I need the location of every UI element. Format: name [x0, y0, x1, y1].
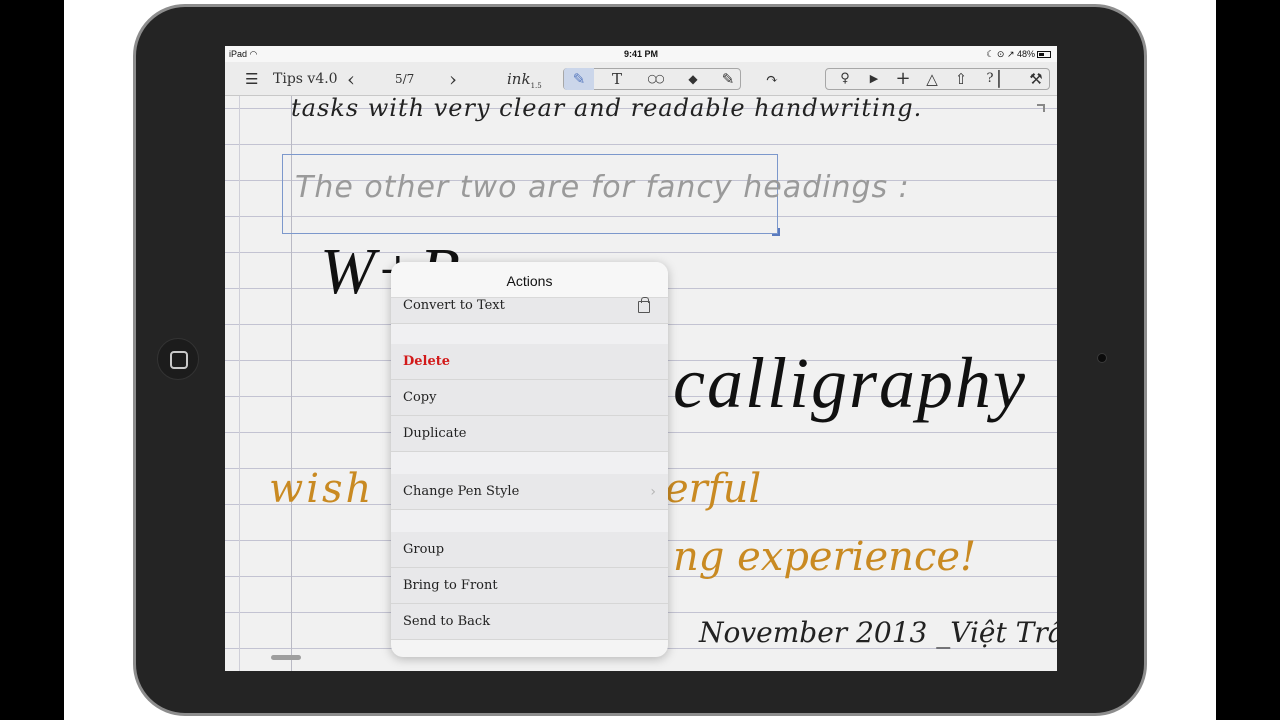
home-button[interactable]	[157, 338, 199, 380]
handwriting-orange-3: ng experience!	[673, 534, 977, 580]
copy-item[interactable]: Copy	[391, 380, 668, 416]
toolbar: ☰ Tips v4.0 ‹ 5/7 › ink1.5 ✎ T ○○ ◆ ✎ ↷ …	[225, 62, 1057, 96]
text-tool-icon[interactable]: T	[602, 68, 632, 90]
shapes-icon[interactable]: △	[917, 68, 947, 90]
bring-to-front-item[interactable]: Bring to Front	[391, 568, 668, 604]
convert-to-text-item[interactable]: Convert to Text	[391, 297, 668, 324]
highlighter-tool-icon[interactable]: ✎	[713, 68, 743, 90]
handwriting-signature: November 2013 _Việt Trần	[699, 616, 1057, 649]
battery-icon	[1037, 51, 1051, 59]
ink-settings-button[interactable]: ink1.5	[507, 68, 542, 90]
front-camera	[1097, 353, 1107, 363]
wrench-icon[interactable]: ⚒	[1021, 68, 1051, 90]
share-icon[interactable]: ⇧	[946, 68, 976, 90]
section-gap	[391, 510, 668, 532]
handwriting-line-2: The other two are for fancy headings :	[295, 170, 910, 205]
resize-handle[interactable]	[772, 228, 780, 236]
home-button-icon	[170, 351, 188, 369]
page-edge-line	[239, 96, 240, 671]
section-gap	[391, 452, 668, 474]
bottom-grip-handle[interactable]	[271, 655, 301, 660]
duplicate-item[interactable]: Duplicate	[391, 416, 668, 452]
handwriting-line-1: tasks with very clear and readable handw…	[291, 94, 923, 122]
chevron-right-icon: ›	[650, 484, 656, 500]
pen-tool-icon[interactable]: ✎	[564, 68, 594, 90]
ipad-screen: iPad ◠ 9:41 PM ☾ ⊙ ↗ 48% ☰ Tips v4.0 ‹ 5…	[225, 46, 1057, 671]
status-indicators: ☾ ⊙ ↗ 48%	[986, 49, 1051, 60]
video-icon[interactable]: ▶	[859, 68, 889, 90]
handwriting-orange-1: wish	[269, 466, 375, 512]
microphone-icon[interactable]: ♀	[830, 68, 860, 90]
delete-item[interactable]: Delete	[391, 344, 668, 380]
document-list-icon[interactable]: ☰	[245, 68, 258, 90]
status-bar: iPad ◠ 9:41 PM ☾ ⊙ ↗ 48%	[225, 46, 1057, 62]
change-pen-style-item[interactable]: Change Pen Style ›	[391, 474, 668, 510]
page-corner-icon[interactable]	[1037, 104, 1045, 112]
popover-title: Actions	[391, 262, 668, 298]
send-to-back-item[interactable]: Send to Back	[391, 604, 668, 640]
next-page-button[interactable]: ›	[449, 68, 457, 90]
section-gap	[391, 324, 668, 344]
undo-icon[interactable]: ↷	[757, 68, 787, 90]
eraser-tool-icon[interactable]: ◆	[678, 68, 708, 90]
actions-popover: Actions Convert to Text Delete Copy Dupl…	[391, 262, 668, 657]
more-icon[interactable]: ▏	[996, 68, 1012, 90]
previous-page-button[interactable]: ‹	[347, 68, 355, 90]
add-icon[interactable]: +	[888, 68, 918, 90]
page-indicator: 5/7	[395, 72, 415, 86]
status-time: 9:41 PM	[623, 49, 658, 59]
handwriting-calligraphy: calligraphy	[673, 343, 1027, 423]
group-item[interactable]: Group	[391, 532, 668, 568]
glasses-tool-icon[interactable]: ○○	[640, 68, 670, 90]
lock-icon	[638, 297, 650, 313]
document-title[interactable]: Tips v4.0	[273, 68, 338, 90]
handwriting-orange-2: erful	[665, 466, 762, 512]
